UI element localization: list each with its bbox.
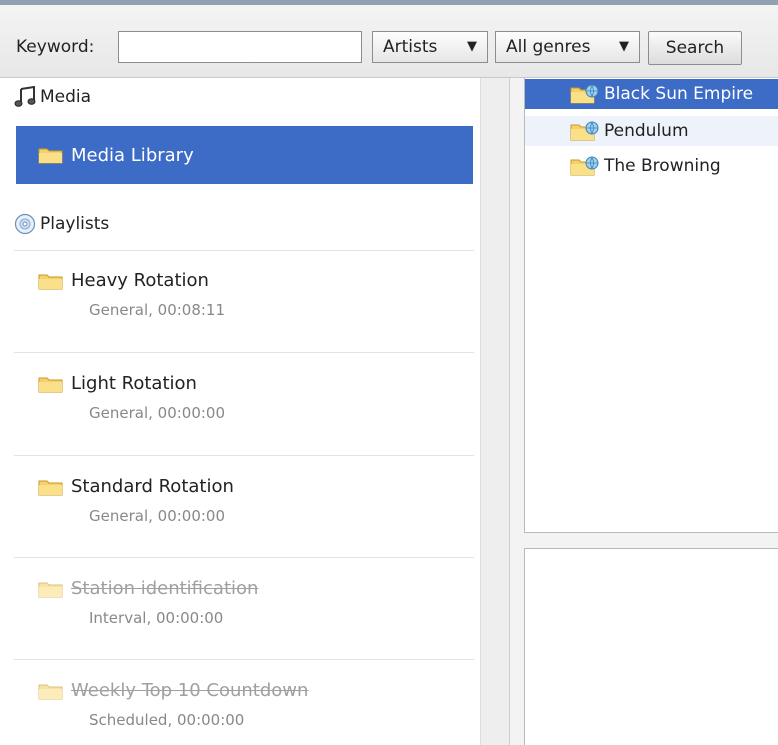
divider bbox=[14, 557, 474, 558]
playlist-subtitle: General, 00:00:00 bbox=[89, 404, 226, 422]
playlist-subtitle: Scheduled, 00:00:00 bbox=[89, 711, 245, 729]
divider bbox=[14, 455, 474, 456]
folder-globe-icon bbox=[570, 84, 599, 104]
genre-select[interactable]: All genres ▼ bbox=[495, 31, 640, 63]
artist-name: The Browning bbox=[604, 156, 721, 176]
chevron-down-icon: ▼ bbox=[467, 39, 477, 54]
cd-icon bbox=[14, 213, 36, 235]
playlist-item-disabled[interactable]: Weekly Top 10 Countdown Scheduled, 00:00… bbox=[38, 680, 308, 729]
artist-name: Pendulum bbox=[604, 121, 689, 141]
folder-icon bbox=[38, 377, 63, 392]
artist-item[interactable]: Pendulum bbox=[525, 116, 778, 146]
media-header[interactable]: Media bbox=[14, 86, 91, 108]
type-select[interactable]: Artists ▼ bbox=[372, 31, 488, 63]
playlist-title: Light Rotation bbox=[71, 373, 197, 394]
folder-icon bbox=[38, 480, 63, 495]
playlist-title: Standard Rotation bbox=[71, 476, 234, 497]
panel-splitter[interactable] bbox=[510, 78, 524, 745]
folder-icon bbox=[38, 582, 63, 597]
playlist-item[interactable]: Standard Rotation General, 00:00:00 bbox=[38, 476, 234, 525]
keyword-input[interactable] bbox=[118, 31, 362, 63]
playlist-item[interactable]: Light Rotation General, 00:00:00 bbox=[38, 373, 225, 422]
detail-panel bbox=[524, 548, 778, 745]
playlists-header[interactable]: Playlists bbox=[14, 213, 109, 235]
chevron-down-icon: ▼ bbox=[619, 39, 629, 54]
genre-select-value: All genres bbox=[506, 37, 591, 57]
folder-icon bbox=[38, 684, 63, 699]
divider bbox=[14, 659, 474, 660]
type-select-value: Artists bbox=[383, 37, 438, 57]
keyword-label: Keyword: bbox=[16, 37, 95, 57]
folder-globe-icon bbox=[570, 121, 599, 141]
playlist-title: Heavy Rotation bbox=[71, 270, 209, 291]
folder-icon bbox=[38, 274, 63, 289]
playlist-subtitle: Interval, 00:00:00 bbox=[89, 609, 224, 627]
media-library-label: Media Library bbox=[71, 144, 194, 166]
folder-globe-icon bbox=[570, 156, 599, 176]
divider bbox=[14, 352, 474, 353]
artist-name: Black Sun Empire bbox=[604, 84, 754, 104]
artist-list-panel bbox=[524, 78, 778, 533]
artist-item[interactable]: Black Sun Empire bbox=[525, 79, 778, 109]
playlist-item[interactable]: Heavy Rotation General, 00:08:11 bbox=[38, 270, 225, 319]
playlist-title: Weekly Top 10 Countdown bbox=[71, 680, 309, 701]
playlist-subtitle: General, 00:08:11 bbox=[89, 301, 226, 319]
playlists-header-label: Playlists bbox=[40, 214, 110, 234]
music-note-icon bbox=[14, 86, 36, 107]
panel-splitter[interactable] bbox=[524, 533, 778, 548]
sidebar-scrollbar[interactable] bbox=[480, 78, 510, 745]
media-header-label: Media bbox=[40, 87, 92, 107]
playlist-item-disabled[interactable]: Station identification Interval, 00:00:0… bbox=[38, 578, 258, 627]
sidebar-item-media-library[interactable]: Media Library bbox=[16, 126, 473, 184]
folder-icon bbox=[38, 148, 63, 164]
playlist-title: Station identification bbox=[71, 578, 259, 599]
divider bbox=[14, 250, 474, 251]
artist-item[interactable]: The Browning bbox=[525, 151, 778, 181]
search-toolbar: Keyword: Artists ▼ All genres ▼ Search bbox=[0, 5, 778, 78]
playlist-subtitle: General, 00:00:00 bbox=[89, 507, 226, 525]
search-button[interactable]: Search bbox=[648, 31, 742, 65]
